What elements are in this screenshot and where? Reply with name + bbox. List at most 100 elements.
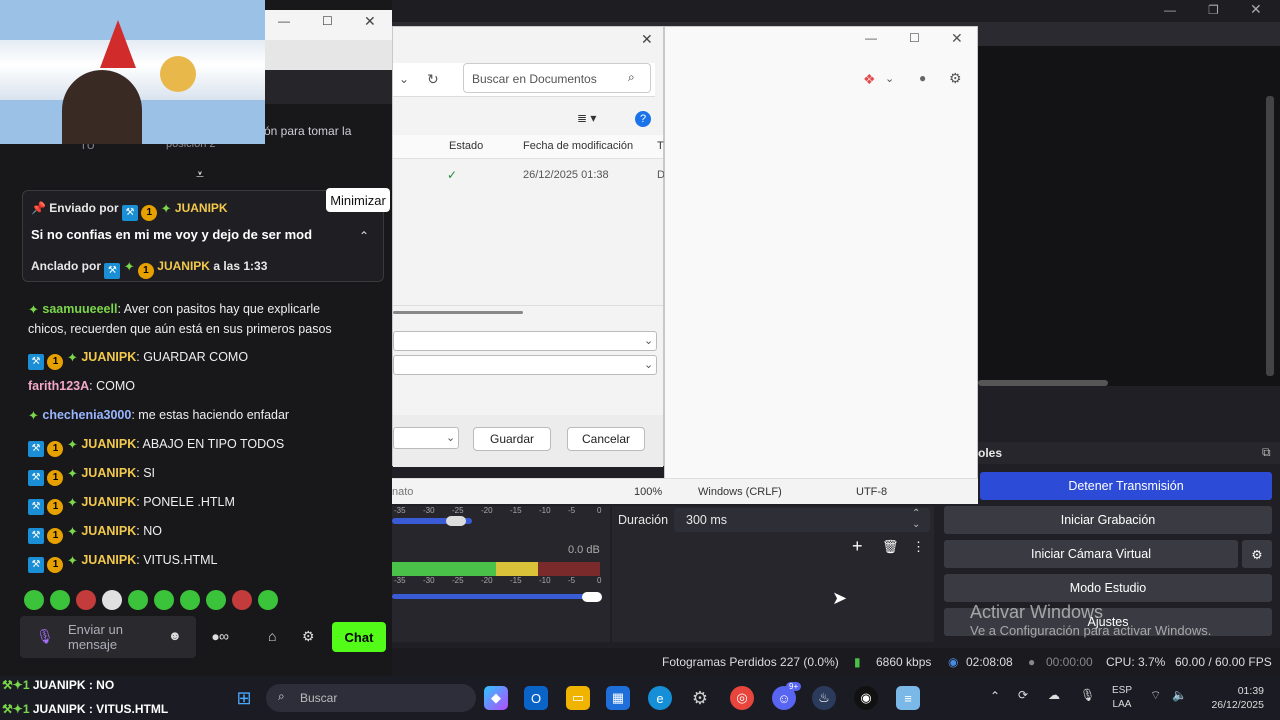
chat-username[interactable]: farith123A — [28, 379, 89, 393]
stop-stream-button[interactable]: Detener Transmisión — [980, 472, 1272, 500]
view-icon[interactable]: ≣ ▾ — [577, 111, 596, 125]
maximize-icon[interactable]: ❐ — [1208, 3, 1219, 17]
clock[interactable]: 01:39 26/12/2025 — [1200, 684, 1264, 712]
studio-mode-button[interactable]: Modo Estudio — [944, 574, 1272, 602]
undock-icon[interactable]: ⧉ — [1262, 445, 1271, 460]
chevron-down-icon[interactable]: ⌄ — [399, 72, 409, 86]
copilot-icon[interactable]: ◆ — [484, 686, 508, 710]
pinned-anchorer[interactable]: JUANIPK — [157, 259, 210, 273]
minimize-icon[interactable]: — — [1164, 3, 1176, 17]
chevron-up-icon[interactable]: ⌃ — [912, 508, 920, 519]
close-icon[interactable]: ✕ — [951, 30, 963, 47]
pinned-sender[interactable]: JUANIPK — [175, 201, 228, 215]
chat-username[interactable]: JUANIPK — [81, 553, 136, 567]
emote-icon[interactable] — [24, 590, 44, 610]
chat-username[interactable]: JUANIPK — [81, 437, 136, 451]
gear-icon[interactable]: ⚙ — [302, 628, 315, 645]
maximize-icon[interactable]: ☐ — [909, 31, 920, 45]
windows-start-icon[interactable]: ⊞ — [232, 686, 256, 710]
col-modified[interactable]: Fecha de modificación — [523, 140, 633, 152]
save-button[interactable]: Guardar — [473, 427, 551, 451]
col-status[interactable]: Estado — [449, 140, 483, 152]
volume-slider-track-2[interactable] — [392, 594, 596, 599]
refresh-icon[interactable]: ↻ — [427, 71, 439, 88]
start-virtual-cam-button[interactable]: Iniciar Cámara Virtual — [944, 540, 1238, 568]
chat-username[interactable]: saamuueeell — [42, 302, 117, 316]
emote-icon[interactable] — [76, 590, 96, 610]
emote-icon[interactable] — [50, 590, 70, 610]
onedrive-icon[interactable]: ☁ — [1048, 688, 1060, 702]
sync-icon[interactable]: ⟳ — [1018, 688, 1028, 702]
duration-input[interactable]: 300 ms ⌃ ⌄ — [674, 508, 930, 532]
settings-gear-icon[interactable]: ⚙ — [688, 686, 712, 710]
cancel-button[interactable]: Cancelar — [567, 427, 645, 451]
minimize-icon[interactable]: — — [278, 14, 290, 28]
emote-icon[interactable] — [258, 590, 278, 610]
volume-slider-handle-2[interactable] — [582, 592, 602, 602]
col-type[interactable]: T — [657, 140, 664, 152]
emoji-icon[interactable]: ☻ — [168, 628, 182, 643]
chat-username[interactable]: JUANIPK — [81, 524, 136, 538]
emote-icon[interactable] — [206, 590, 226, 610]
dialog-footer: ⌄ Guardar Cancelar — [393, 415, 663, 467]
chrome-icon[interactable]: ◎ — [730, 686, 754, 710]
copilot-icon[interactable]: ❖ — [863, 71, 876, 88]
filetype-select[interactable]: ⌄ — [393, 355, 657, 375]
microphone-icon[interactable]: 🎙 — [36, 628, 54, 645]
notepad-icon[interactable]: ≡ — [896, 686, 920, 710]
user-icon[interactable]: ● — [919, 71, 926, 85]
volume-slider-handle[interactable] — [446, 516, 466, 526]
edge-icon[interactable]: e — [648, 686, 672, 710]
chat-text: COMO — [96, 379, 135, 393]
help-icon[interactable]: ? — [635, 111, 651, 127]
emote-icon[interactable] — [180, 590, 200, 610]
filename-field[interactable]: ⌄ — [393, 331, 657, 351]
emote-icon[interactable] — [154, 590, 174, 610]
chat-username[interactable]: chechenia3000 — [42, 408, 131, 422]
gear-icon[interactable]: ⚙ — [949, 70, 962, 87]
store-icon[interactable]: ⌂ — [268, 628, 276, 644]
chat-username[interactable]: JUANIPK — [81, 350, 136, 364]
table-row[interactable]: ✓ 26/12/2025 01:38 D — [393, 163, 665, 187]
microphone-icon[interactable]: 🎙 — [1080, 688, 1095, 702]
file-explorer-icon[interactable]: ▭ — [566, 686, 590, 710]
close-icon[interactable]: ✕ — [364, 13, 376, 30]
chevron-up-icon[interactable]: ⌃ — [990, 689, 1000, 703]
notepad-statusbar: nato 100% Windows (CRLF) UTF-8 — [392, 478, 978, 504]
taskbar-search[interactable]: ⌕ Buscar — [266, 684, 476, 712]
audio-scale-tick: -25 — [452, 576, 464, 585]
encoding-select[interactable]: ⌄ — [393, 427, 459, 449]
chevron-down-icon[interactable]: ⌄ — [912, 519, 920, 530]
add-icon[interactable]: + — [852, 536, 863, 557]
search-input[interactable]: Buscar en Documentos ⌕ — [463, 63, 651, 93]
collapse-icon[interactable]: ⌃ — [359, 229, 369, 243]
emote-icon[interactable] — [128, 590, 148, 610]
steam-icon[interactable]: ♨ — [812, 686, 836, 710]
chat-input[interactable]: 🎙 Enviar un mensaje ☻ — [20, 616, 196, 658]
wifi-icon[interactable]: ⌔ — [1150, 688, 1161, 703]
outlook-icon[interactable]: O — [524, 686, 548, 710]
bits-icon[interactable]: ⦁∞ — [212, 628, 229, 645]
emote-icon[interactable] — [102, 590, 122, 610]
emote-icon[interactable] — [232, 590, 252, 610]
preview-vscrollbar[interactable] — [1266, 96, 1274, 376]
close-icon[interactable]: ✕ — [1250, 1, 1262, 18]
more-icon[interactable]: ⋮ — [912, 539, 925, 555]
dialog-close-icon[interactable]: ✕ — [641, 31, 653, 48]
preview-scrollbar[interactable] — [978, 380, 1108, 386]
language-indicator[interactable]: ESP LAA — [1112, 684, 1132, 712]
trash-icon[interactable]: 🗑 — [882, 539, 899, 555]
virtual-cam-settings-button[interactable]: ⚙ — [1242, 540, 1272, 568]
obs-icon[interactable]: ◉ — [854, 686, 878, 710]
chat-username[interactable]: JUANIPK — [81, 466, 136, 480]
scroll-down-icon[interactable]: ⩡ — [196, 166, 204, 183]
hscrollbar[interactable] — [393, 311, 523, 314]
volume-icon[interactable]: 🔈 — [1172, 688, 1187, 702]
minimize-icon[interactable]: — — [865, 31, 877, 45]
chat-send-button[interactable]: Chat — [332, 622, 386, 652]
chat-username[interactable]: JUANIPK — [81, 495, 136, 509]
maximize-icon[interactable]: ☐ — [322, 14, 333, 28]
chevron-down-icon[interactable]: ⌄ — [885, 72, 894, 85]
start-recording-button[interactable]: Iniciar Grabación — [944, 506, 1272, 534]
store-icon[interactable]: ▦ — [606, 686, 630, 710]
